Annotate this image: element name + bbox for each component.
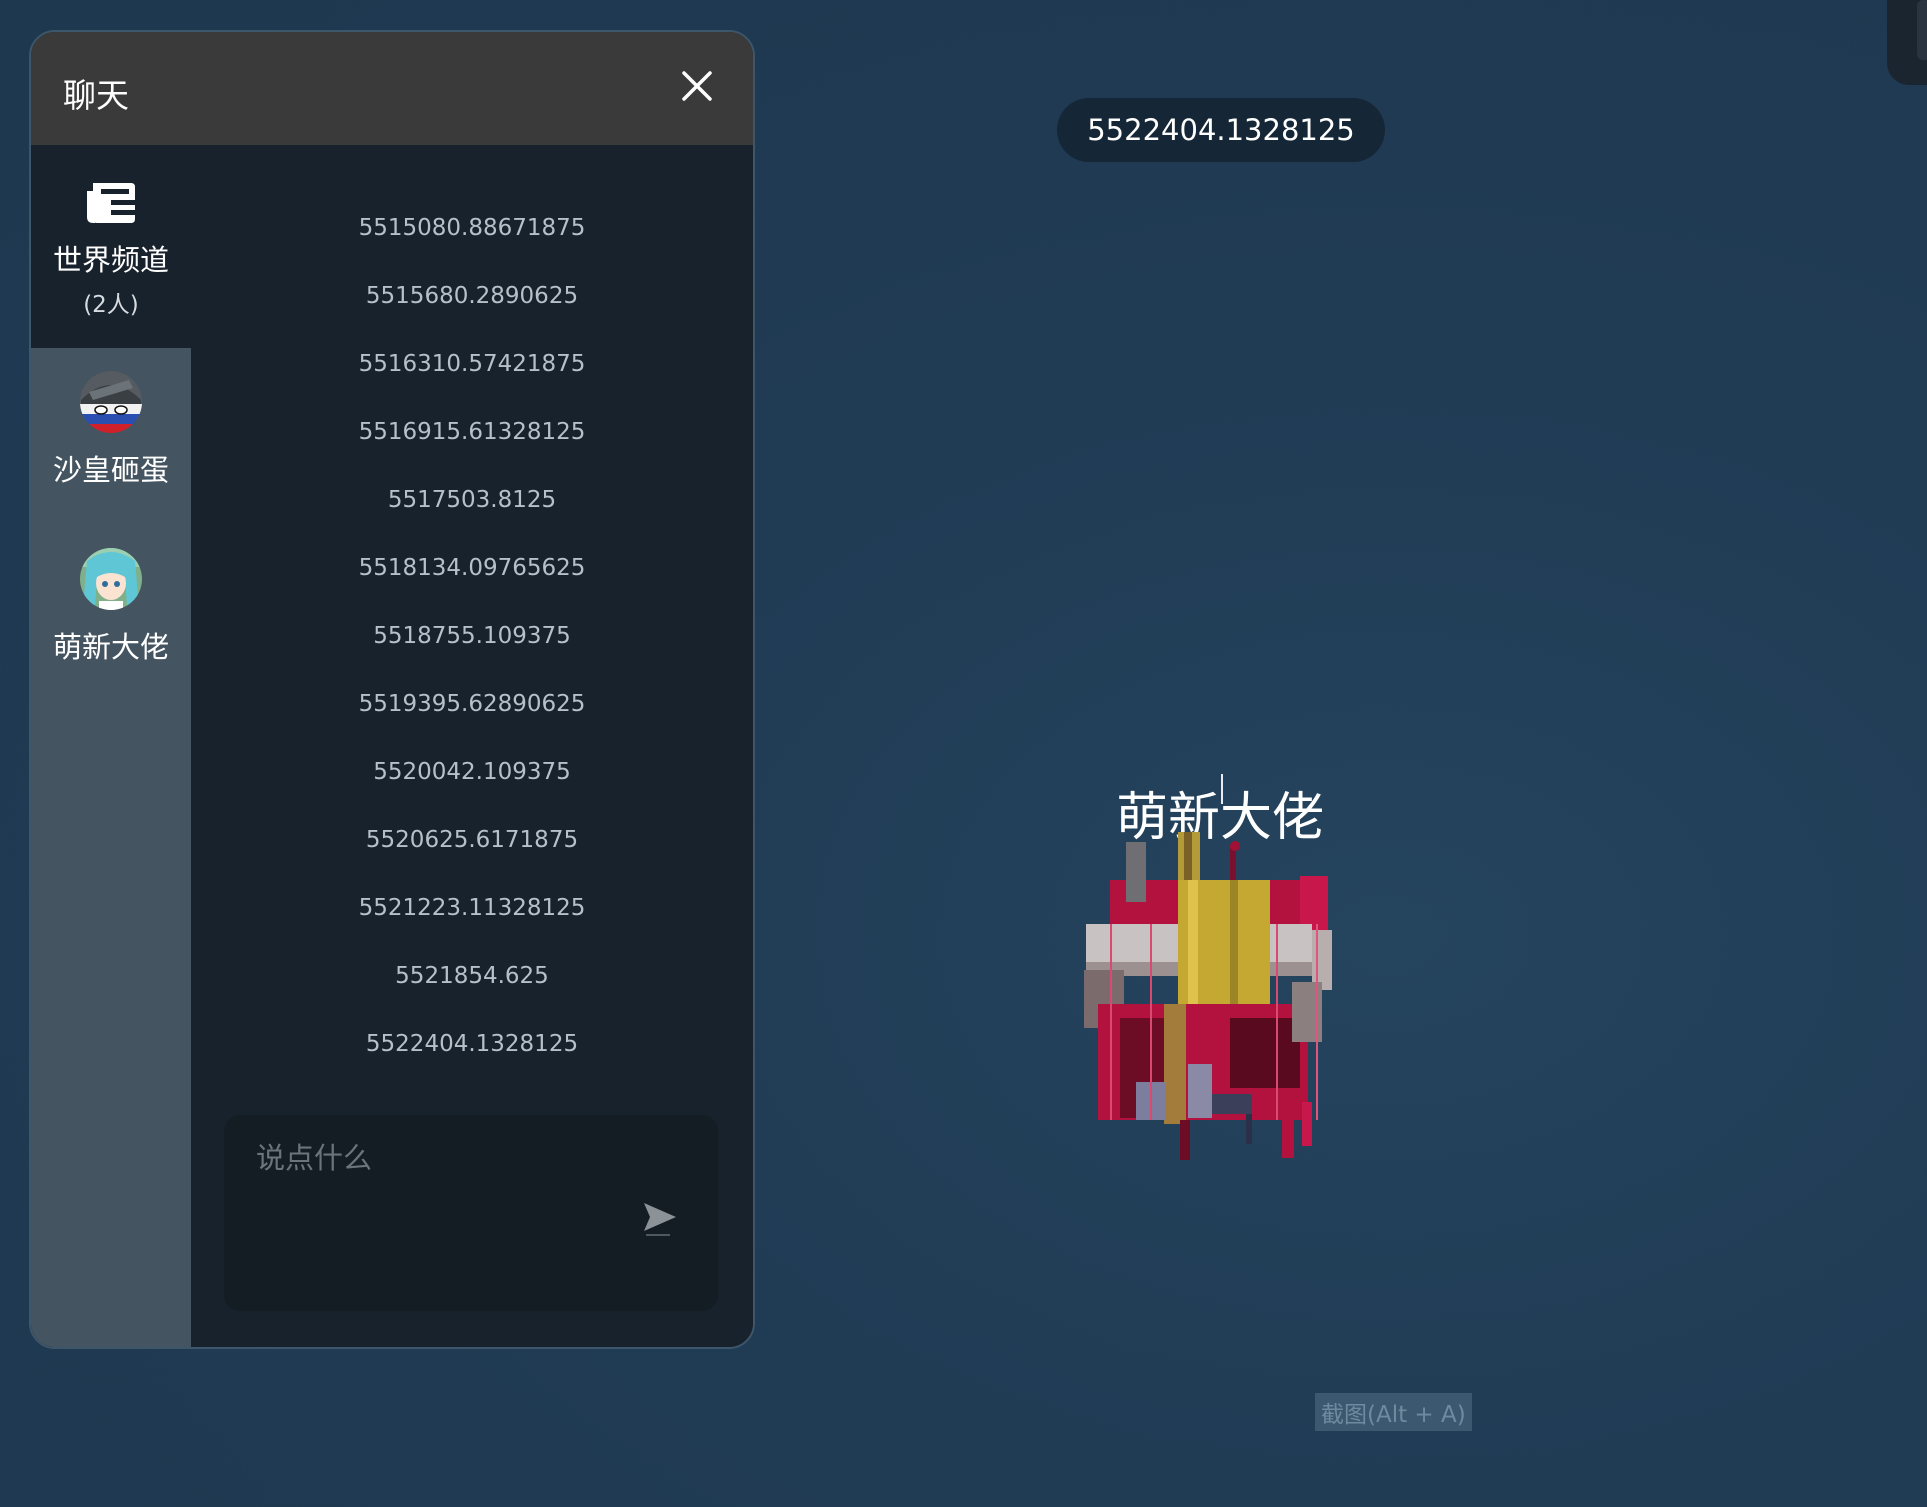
avatar-anime-girl: [80, 548, 142, 610]
message-item: 5522404.1328125: [365, 1031, 579, 1057]
message-input-box: [224, 1115, 718, 1311]
close-icon: [682, 71, 712, 101]
channel-list: 世界频道 (2人) 沙皇砸蛋 萌新大佬: [31, 145, 191, 1347]
channel-user-name: 萌新大佬: [52, 630, 169, 664]
avatar-countryball: [80, 371, 142, 433]
message-item: 5515080.88671875: [358, 215, 586, 241]
send-icon: [644, 1203, 676, 1236]
channel-user-name: 沙皇砸蛋: [52, 453, 169, 487]
close-button[interactable]: [677, 66, 717, 106]
world-channel-icon: [87, 183, 135, 223]
world-channel-name: 世界频道: [52, 243, 169, 277]
chat-panel: 聊天 世界频道 (2人) 沙皇砸蛋 萌新大佬 5515080.88671875 …: [29, 30, 755, 1349]
screenshot-hint: 截图(Alt + A): [1315, 1393, 1472, 1431]
message-item: 5518755.109375: [373, 623, 571, 649]
player-sprite[interactable]: [1080, 832, 1360, 1172]
channel-user-shahuangzadan[interactable]: 沙皇砸蛋: [31, 370, 191, 500]
message-item: 5521854.625: [395, 963, 549, 989]
corner-handle: [1917, 0, 1927, 60]
message-item: 5515680.2890625: [365, 283, 579, 309]
text-cursor: [1221, 774, 1223, 804]
message-item: 5516310.57421875: [358, 351, 586, 377]
message-area: 5515080.88671875 5515680.2890625 5516310…: [191, 145, 753, 1347]
channel-user-mengxindalao[interactable]: 萌新大佬: [31, 547, 191, 677]
message-item: 5519395.62890625: [358, 691, 586, 717]
message-item: 5517503.8125: [387, 487, 557, 513]
chat-title: 聊天: [63, 76, 129, 115]
message-list[interactable]: 5515080.88671875 5515680.2890625 5516310…: [191, 213, 753, 1097]
message-item: 5518134.09765625: [358, 555, 586, 581]
corner-widget[interactable]: [1887, 0, 1927, 85]
chat-header: 聊天: [31, 32, 753, 145]
message-item: 5520042.109375: [373, 759, 571, 785]
message-item: 5520625.6171875: [365, 827, 579, 853]
send-button[interactable]: [640, 1195, 680, 1239]
channel-world[interactable]: 世界频道 (2人): [31, 145, 191, 348]
message-item: 5521223.11328125: [358, 895, 586, 921]
score-display: 5522404.1328125: [1057, 98, 1385, 162]
world-channel-count: (2人): [83, 292, 139, 318]
message-item: 5516915.61328125: [358, 419, 586, 445]
